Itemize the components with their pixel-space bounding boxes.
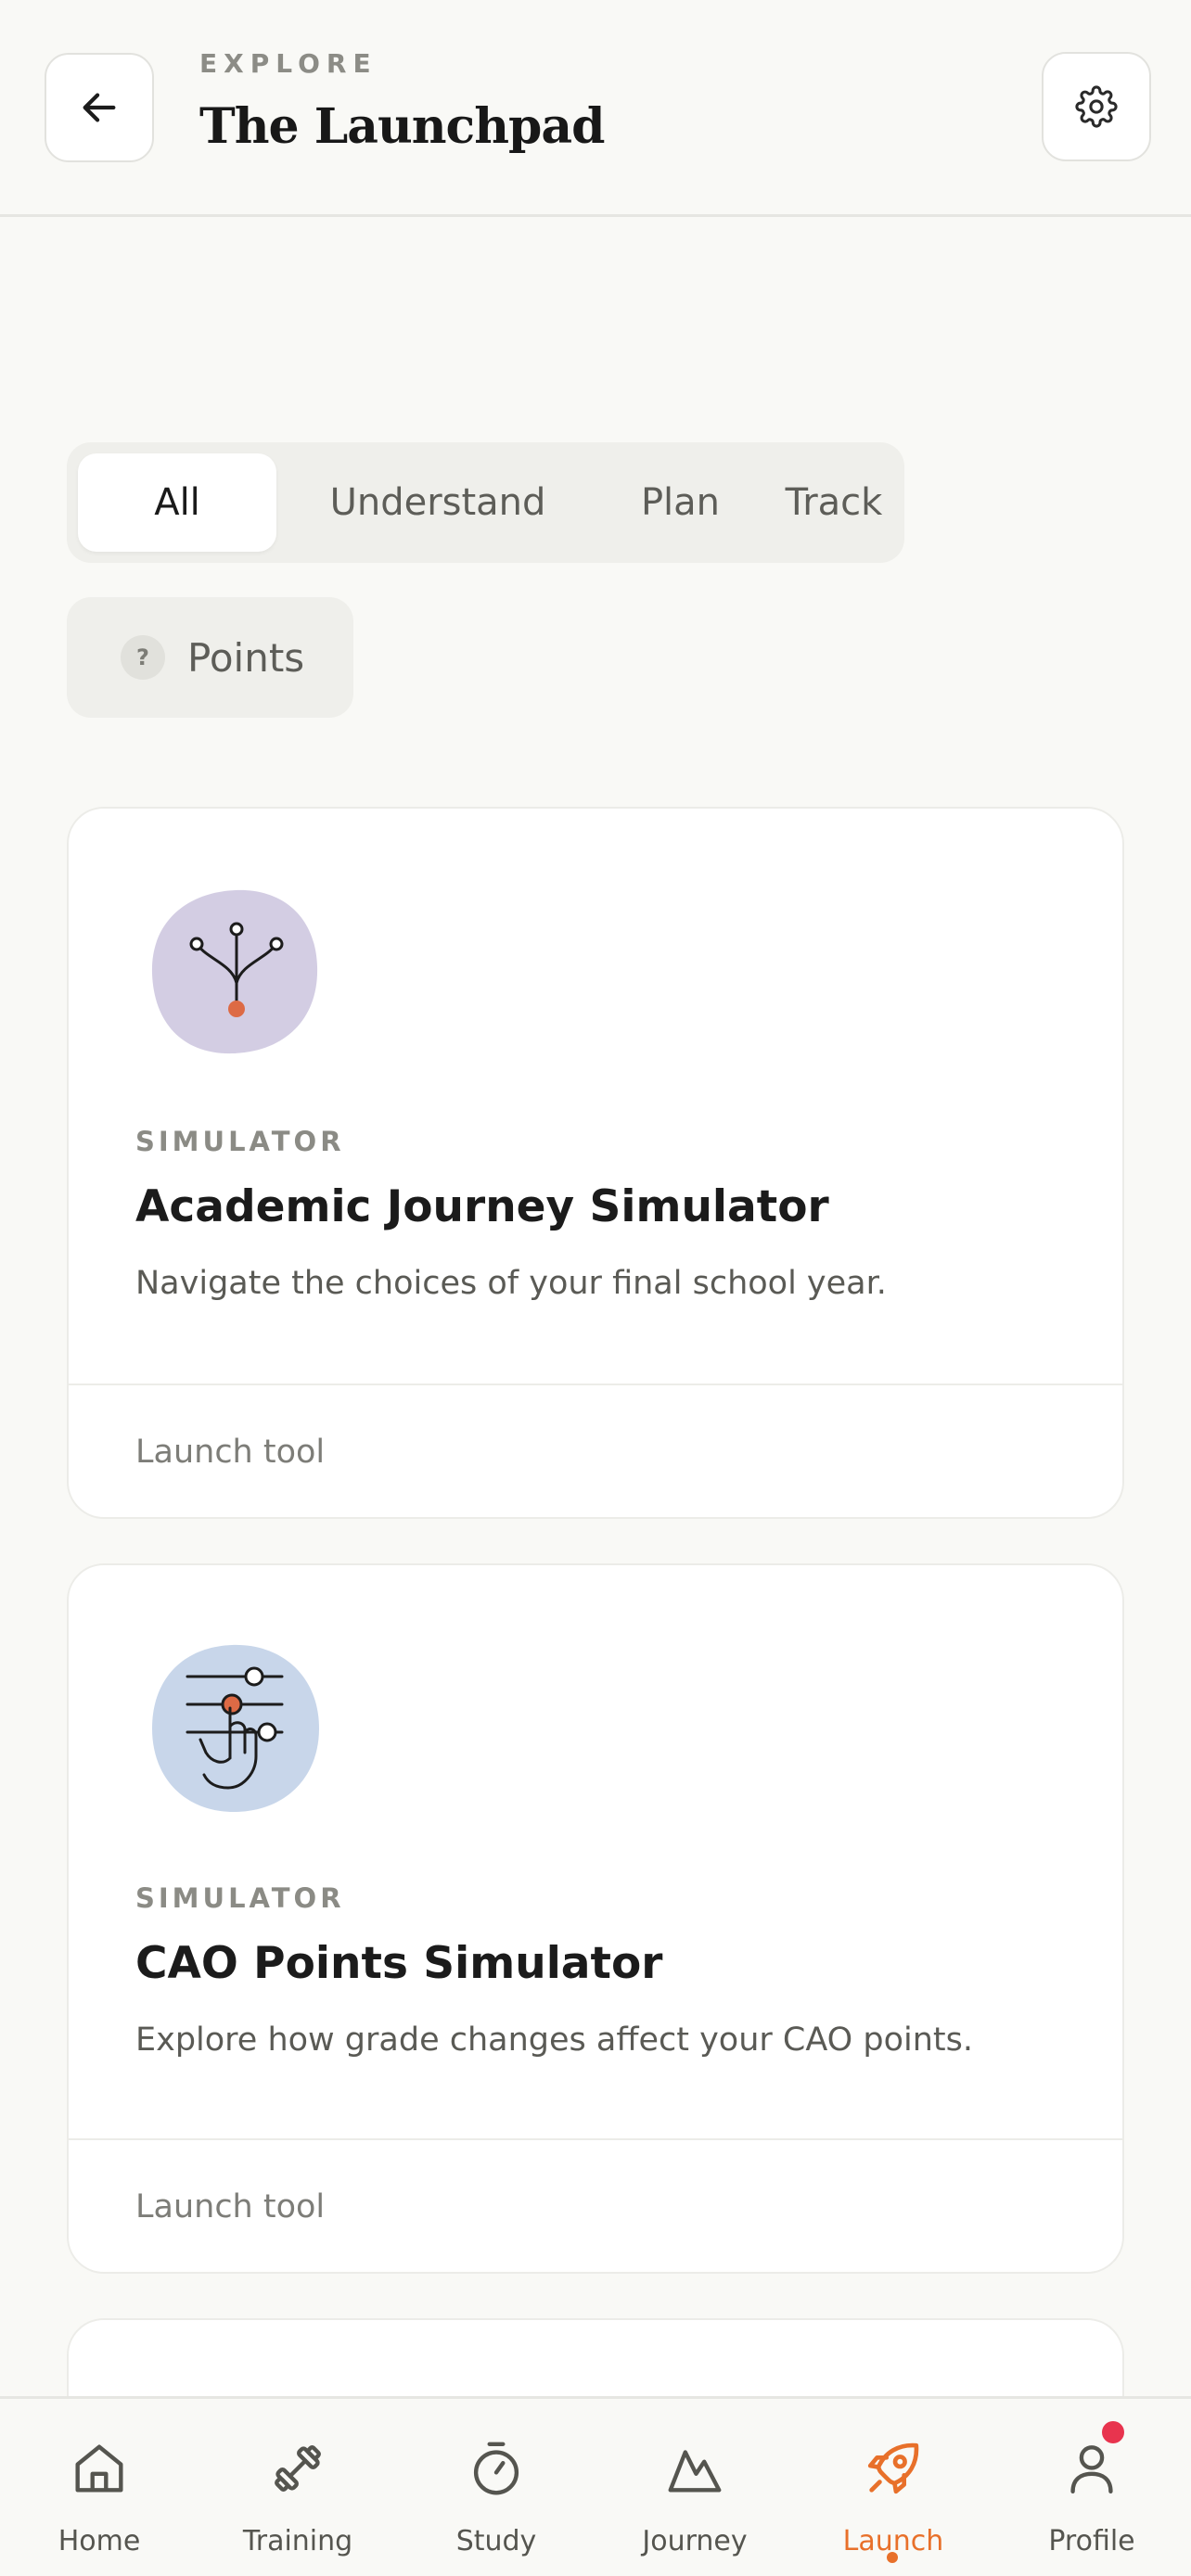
sliders-hand-icon [152,1644,319,1812]
tab-label: Journey [642,2525,748,2557]
category-filter: All Understand Plan Track [67,442,904,563]
filter-understand[interactable]: Understand [289,453,586,552]
launch-tool-link[interactable]: Launch tool [135,1434,325,1471]
section-eyebrow: EXPLORE [199,48,378,79]
launchpad-screen: EXPLORE The Launchpad All Understand Pla… [0,0,1191,2576]
branching-path-icon [151,889,318,1054]
chip-label: Points [187,634,305,681]
tab-label: Profile [1048,2525,1135,2557]
card-divider [69,1384,1122,1385]
filter-plan[interactable]: Plan [599,453,762,552]
card-kicker: SIMULATOR [135,1126,345,1157]
notification-badge [1102,2421,1124,2443]
tool-card-cao-points[interactable]: SIMULATOR CAO Points Simulator Explore h… [67,1563,1124,2274]
tool-card-academic-journey[interactable]: SIMULATOR Academic Journey Simulator Nav… [67,807,1124,1519]
tab-label: Study [455,2525,537,2557]
home-icon [75,2444,123,2493]
arrow-left-icon [83,93,116,122]
card-title: Academic Journey Simulator [135,1181,829,1232]
card-kicker: SIMULATOR [135,1882,345,1914]
page-title: The Launchpad [199,98,605,155]
help-icon: ? [121,635,165,680]
tab-profile[interactable]: Profile [992,2399,1191,2576]
user-icon [1070,2445,1113,2493]
filter-all[interactable]: All [78,453,276,552]
filter-points-chip[interactable]: ? Points [67,597,353,718]
stopwatch-icon [473,2442,519,2495]
mountain-icon [668,2450,722,2493]
tab-study[interactable]: Study [397,2399,596,2576]
settings-button[interactable] [1042,52,1151,161]
top-bar: EXPLORE The Launchpad [0,0,1191,217]
tab-home[interactable]: Home [0,2399,198,2576]
card-title: CAO Points Simulator [135,1938,663,1989]
tab-training[interactable]: Training [198,2399,397,2576]
tab-journey[interactable]: Journey [596,2399,794,2576]
rocket-icon [867,2442,919,2494]
card-description: Explore how grade changes affect your CA… [135,2021,973,2059]
back-button[interactable] [45,53,154,162]
launch-tool-link[interactable]: Launch tool [135,2188,325,2225]
tab-label: Training [242,2525,353,2557]
active-tab-indicator [887,2552,898,2563]
bottom-tab-bar: Home Training Study Journey Launch Profi… [0,2396,1191,2576]
filter-track[interactable]: Track [775,453,893,552]
card-description: Navigate the choices of your final schoo… [135,1265,887,1302]
gear-icon [1075,85,1118,128]
card-divider [69,2138,1122,2140]
tab-launch[interactable]: Launch [794,2399,992,2576]
tab-label: Home [58,2525,141,2557]
dumbbell-icon [275,2445,321,2492]
